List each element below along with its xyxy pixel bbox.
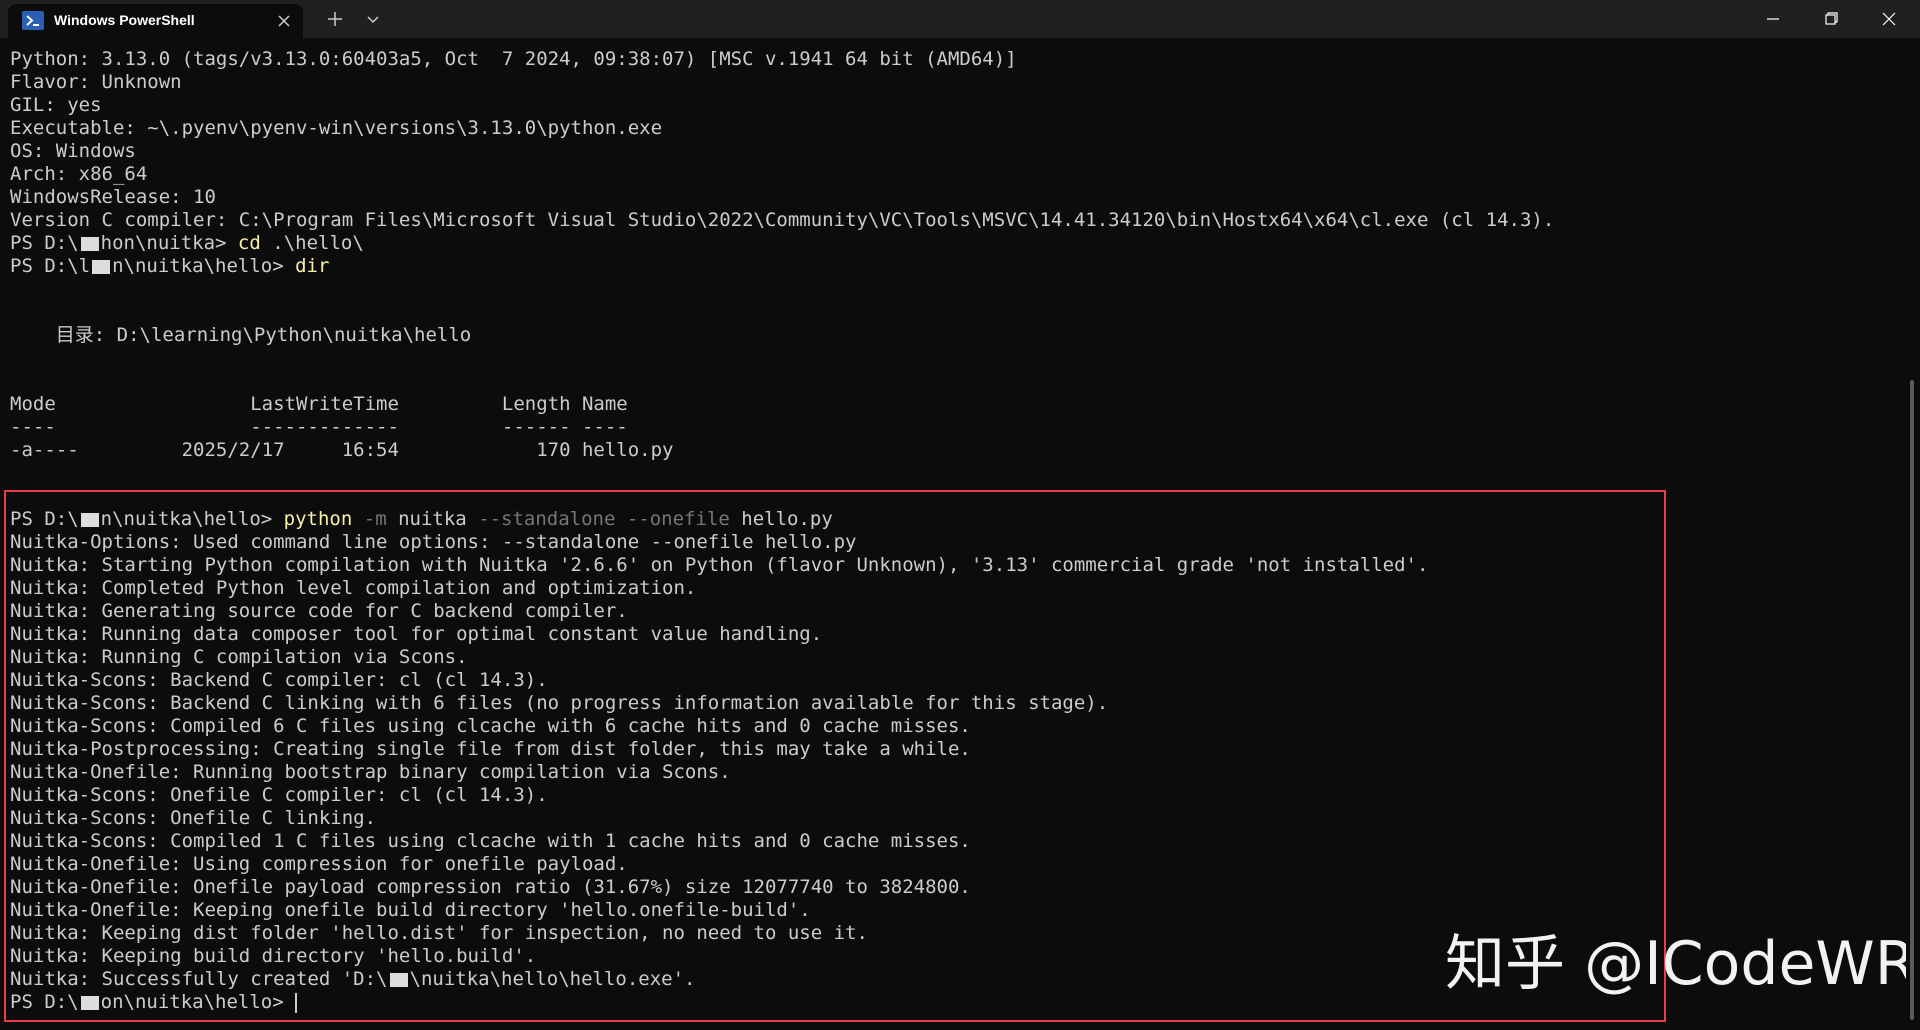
output-text: hon\nuitka> bbox=[100, 232, 238, 254]
output-text: GIL: yes bbox=[10, 94, 102, 116]
watermark: 知乎 @ICodeWR bbox=[1445, 929, 1917, 999]
restore-button[interactable] bbox=[1803, 0, 1861, 38]
output-text: n\nuitka\hello> bbox=[112, 255, 296, 277]
tab-title: Windows PowerShell bbox=[54, 12, 195, 28]
terminal-line: Mode LastWriteTime Length Name bbox=[10, 393, 628, 416]
terminal-line: Arch: x86_64 bbox=[10, 163, 147, 186]
minimize-icon bbox=[1767, 18, 1779, 20]
terminal-line: 目录: D:\learning\Python\nuitka\hello bbox=[10, 324, 472, 347]
minimize-button[interactable] bbox=[1745, 0, 1803, 38]
redacted-block bbox=[92, 259, 111, 274]
tab-windows-powershell[interactable]: Windows PowerShell bbox=[8, 4, 303, 38]
output-text: -a---- 2025/2/17 16:54 170 hello.py bbox=[10, 439, 674, 461]
output-text: Flavor: Unknown bbox=[10, 71, 182, 93]
output-text: ---- ------------- ------ ---- bbox=[10, 416, 628, 438]
terminal-line: Flavor: Unknown bbox=[10, 71, 182, 94]
scrollbar-thumb[interactable] bbox=[1910, 380, 1914, 1020]
output-text: Mode LastWriteTime Length Name bbox=[10, 393, 628, 415]
close-tab-icon[interactable] bbox=[276, 13, 292, 29]
output-text: Executable: ~\.pyenv\pyenv-win\versions\… bbox=[10, 117, 663, 139]
powershell-icon bbox=[22, 11, 44, 30]
output-text: WindowsRelease: 10 bbox=[10, 186, 216, 208]
chevron-down-icon[interactable] bbox=[365, 12, 381, 26]
terminal-line: PS D:\ hon\nuitka> cd .\hello\ bbox=[10, 232, 364, 255]
cmd-text: cd bbox=[237, 232, 261, 254]
redacted-block bbox=[80, 236, 99, 251]
output-text: .\hello\ bbox=[260, 232, 364, 254]
terminal-line: -a---- 2025/2/17 16:54 170 hello.py bbox=[10, 439, 673, 462]
terminal-line: Version C compiler: C:\Program Files\Mic… bbox=[10, 209, 1554, 232]
terminal-line: Python: 3.13.0 (tags/v3.13.0:60403a5, Oc… bbox=[10, 48, 1017, 71]
output-text: Python: 3.13.0 (tags/v3.13.0:60403a5, Oc… bbox=[10, 48, 1017, 70]
terminal-line: Executable: ~\.pyenv\pyenv-win\versions\… bbox=[10, 117, 662, 140]
output-text: PS D:\l bbox=[10, 255, 91, 277]
close-button[interactable] bbox=[1861, 0, 1919, 38]
output-text: Arch: x86_64 bbox=[10, 163, 148, 185]
terminal-line: PS D:\l n\nuitka\hello> dir bbox=[10, 255, 329, 278]
terminal-line: WindowsRelease: 10 bbox=[10, 186, 216, 209]
output-text: 目录: D:\learning\Python\nuitka\hello bbox=[10, 324, 472, 346]
terminal-line: ---- ------------- ------ ---- bbox=[10, 416, 628, 439]
highlight-annotation-box bbox=[4, 490, 1666, 1022]
terminal-line: GIL: yes bbox=[10, 94, 102, 117]
plus-icon[interactable] bbox=[325, 9, 345, 29]
output-text: Version C compiler: C:\Program Files\Mic… bbox=[10, 209, 1555, 231]
output-text: PS D:\ bbox=[10, 232, 79, 254]
title-bar: Windows PowerShell bbox=[0, 0, 1920, 38]
output-text: OS: Windows bbox=[10, 140, 136, 162]
terminal-line: OS: Windows bbox=[10, 140, 136, 163]
cmd-text: dir bbox=[295, 255, 330, 277]
close-icon bbox=[1882, 12, 1896, 26]
restore-icon bbox=[1825, 12, 1838, 25]
